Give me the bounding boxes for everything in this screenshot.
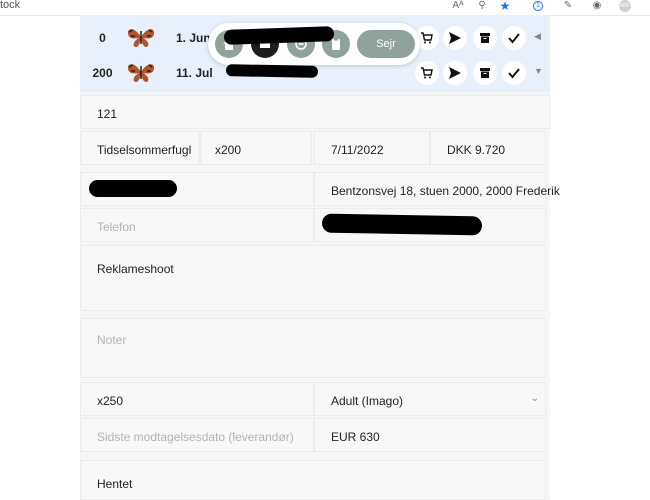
send-icon[interactable] — [443, 26, 467, 50]
read-aloud-icon[interactable]: Aᴬ — [452, 0, 464, 12]
chevron-left-icon[interactable]: ◀ — [534, 31, 541, 42]
delivery-date-field[interactable]: Sidste modtagelsesdato (leverandør) — [80, 418, 314, 452]
supplier-count-field[interactable]: x250 — [80, 382, 314, 416]
sejr-button[interactable]: Sejr — [357, 30, 415, 58]
species-select[interactable]: Tidselsommerfugl ⌄ — [80, 131, 200, 165]
archive-icon[interactable] — [473, 61, 497, 85]
notes-textarea[interactable]: Noter — [80, 318, 546, 378]
count-field[interactable]: x200 — [200, 131, 312, 165]
stage-select[interactable]: Adult (Imago) ⌄ — [314, 382, 546, 416]
redaction-mark — [89, 180, 177, 197]
purpose-textarea[interactable]: Reklameshoot — [80, 245, 546, 311]
camera-icon[interactable]: ◉ — [591, 0, 603, 12]
butterfly-icon — [127, 64, 155, 82]
order-date: 1. Jun — [176, 31, 211, 45]
order-quantity: 200 — [92, 66, 113, 80]
send-icon[interactable] — [443, 61, 467, 85]
phone-field[interactable]: Telefon — [80, 208, 314, 242]
order-quantity: 0 — [99, 31, 106, 45]
profile-icon[interactable]: ABP — [619, 0, 631, 12]
bookmark-star-icon[interactable]: ★ — [499, 0, 511, 12]
chevron-down-icon[interactable]: ▼ — [534, 66, 543, 76]
chevron-down-icon: ⌄ — [530, 393, 539, 404]
redaction-mark — [321, 213, 483, 236]
zoom-icon[interactable]: ⚲ — [476, 0, 488, 12]
cart-icon[interactable] — [415, 61, 439, 85]
order-date: 11. Jul — [176, 66, 213, 80]
checkmark-icon[interactable] — [502, 26, 526, 50]
address-field[interactable]: Bentzonsvej 18, stuen 2000, 2000 Frederi… — [314, 172, 560, 206]
order-number-field[interactable]: 121 — [80, 95, 550, 129]
extension-icon[interactable]: ✎ — [562, 0, 574, 12]
archive-icon[interactable] — [473, 26, 497, 50]
price-eur-field[interactable]: EUR 630 — [314, 418, 546, 452]
chevron-down-icon: ⌄ — [184, 142, 193, 153]
butterfly-icon — [127, 29, 155, 47]
address-bar-text[interactable]: tock — [0, 0, 20, 11]
browser-toolbar: tock Aᴬ ⚲ ★ 1 ✎ ◉ ABP — [0, 0, 650, 16]
password-manager-icon[interactable]: 1 — [533, 1, 543, 11]
price-dkk-field[interactable]: DKK 9.720 — [430, 131, 546, 165]
redaction-mark — [225, 64, 319, 78]
date-field[interactable]: 7/11/2022 — [314, 131, 430, 165]
status-field[interactable]: Hentet — [80, 460, 546, 500]
checkmark-icon[interactable] — [502, 61, 526, 85]
